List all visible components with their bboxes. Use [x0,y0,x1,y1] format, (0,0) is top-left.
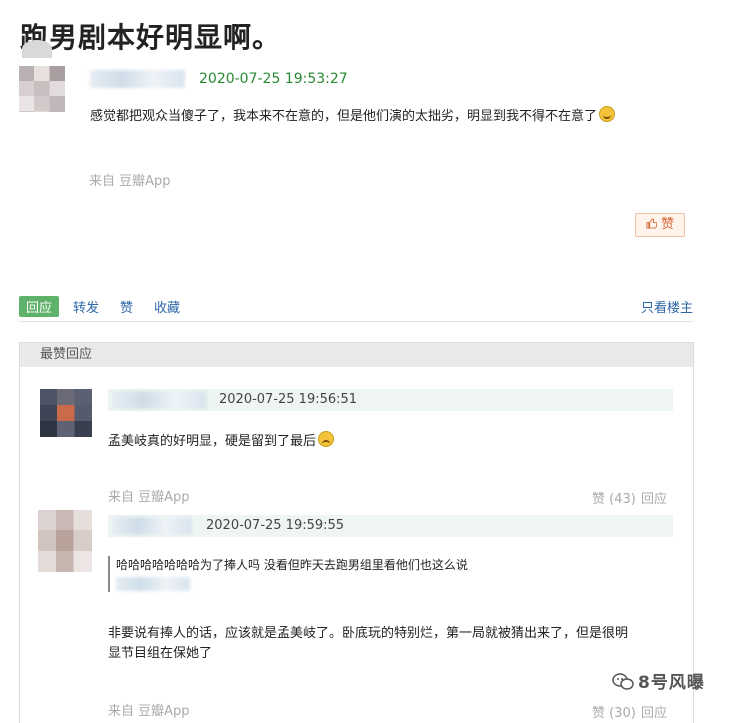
author-avatar[interactable] [19,66,65,112]
laughing-emoji-icon [599,106,616,122]
reply-avatar[interactable] [40,389,92,437]
op-only-link[interactable]: 只看楼主 [641,297,693,316]
reply-content-line: 非要说有捧人的话，应该就是孟美岐了。卧底玩的特别烂，第一局就被猜出来了，但是很明 [108,626,629,641]
reply-author-blurred[interactable] [112,391,207,409]
wechat-bubble-icon [612,673,634,691]
author-name-blurred[interactable] [90,70,185,88]
like-link[interactable]: 赞 [120,297,133,316]
reply-author-blurred[interactable] [112,517,192,535]
best-replies-header: 最赞回应 [20,343,693,367]
best-replies-header-label: 最赞回应 [40,347,93,362]
post-title: 跑男剧本好明显啊。 [20,21,282,54]
repost-link[interactable]: 转发 [73,297,99,316]
reply-reply-link[interactable]: 回应 [641,488,667,507]
reply-avatar[interactable] [38,510,92,572]
watermark: 8号风曝 [612,668,705,693]
like-button-label: 赞 [661,217,675,232]
reply-quote-text: 哈哈哈哈哈哈哈为了捧人吗 没看但昨天去跑男组里看他们也这么说 [116,558,468,572]
reply-timestamp: 2020-07-25 19:56:51 [219,392,358,407]
divider [19,321,693,322]
reply-source: 来自 豆瓣App [108,490,190,505]
reply-content-text: 孟美岐真的好明显，硬是留到了最后 [108,434,317,449]
post-source: 来自 豆瓣App [89,174,171,189]
reply-like-count[interactable]: 赞 (43) [592,488,636,507]
reply-header [108,515,673,537]
reply-button[interactable]: 回应 [19,296,60,317]
reply-content: 孟美岐真的好明显，硬是留到了最后 [108,430,335,449]
reply-quote: 哈哈哈哈哈哈哈为了捧人吗 没看但昨天去跑男组里看他们也这么说 [108,556,468,592]
collect-link[interactable]: 收藏 [154,297,180,316]
post-action-bar: 回应 转发 赞 收藏 只看楼主 [19,296,693,317]
thumbs-up-icon [646,217,661,232]
like-button[interactable]: 赞 [635,213,685,237]
avatar-top-fragment [22,40,52,58]
reply-timestamp: 2020-07-25 19:59:55 [206,518,345,533]
reply-content: 非要说有捧人的话，应该就是孟美岐了。卧底玩的特别烂，第一局就被猜出来了，但是很明… [108,624,678,664]
watermark-text: 8号风曝 [638,673,705,693]
post-timestamp: 2020-07-25 19:53:27 [199,71,348,87]
post-content: 感觉都把观众当傻子了，我本来不在意的，但是他们演的太拙劣，明显到我不得不在意了 [90,105,616,124]
post-content-text: 感觉都把观众当傻子了，我本来不在意的，但是他们演的太拙劣，明显到我不得不在意了 [90,109,598,124]
sad-emoji-icon [318,431,335,447]
reply-content-line: 显节目组在保她了 [108,646,213,661]
quoted-author-blurred[interactable] [116,577,190,591]
reply-source: 来自 豆瓣App [108,704,190,719]
